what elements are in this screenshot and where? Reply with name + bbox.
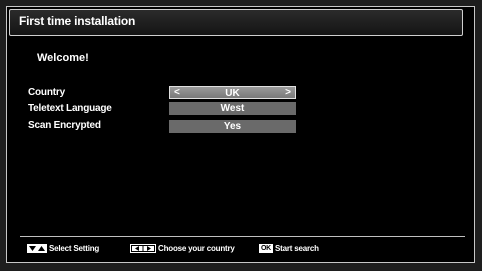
scan-encrypted-value: Yes xyxy=(223,121,242,132)
country-label: Country xyxy=(28,87,65,98)
hint-start-search: OK Start search xyxy=(259,243,319,254)
ok-key-icon: OK xyxy=(259,244,273,253)
page-title: First time installation xyxy=(19,14,136,28)
country-value: UK xyxy=(225,88,240,99)
hint-select-setting: Select Setting xyxy=(27,243,99,254)
teletext-language-value: West xyxy=(220,103,245,114)
scan-encrypted-label: Scan Encrypted xyxy=(28,120,101,131)
start-search-text: Start search xyxy=(275,244,319,253)
scan-encrypted-selector[interactable]: Yes xyxy=(169,120,296,133)
teletext-language-label: Teletext Language xyxy=(28,103,112,114)
hint-choose-country: Choose your country xyxy=(130,243,235,254)
left-right-keys-icon xyxy=(130,244,156,253)
select-setting-text: Select Setting xyxy=(49,244,100,253)
welcome-text: Welcome! xyxy=(37,52,89,64)
title-bar: First time installation xyxy=(9,9,463,36)
tv-menu-screen xyxy=(6,6,475,263)
teletext-language-selector[interactable]: West xyxy=(169,102,296,115)
footer-divider xyxy=(20,236,465,237)
country-selector[interactable]: < UK > xyxy=(169,86,296,99)
left-arrow-icon[interactable]: < xyxy=(174,86,180,99)
up-down-keys-icon xyxy=(27,244,47,253)
choose-country-text: Choose your country xyxy=(158,244,235,253)
right-arrow-icon[interactable]: > xyxy=(285,86,291,99)
